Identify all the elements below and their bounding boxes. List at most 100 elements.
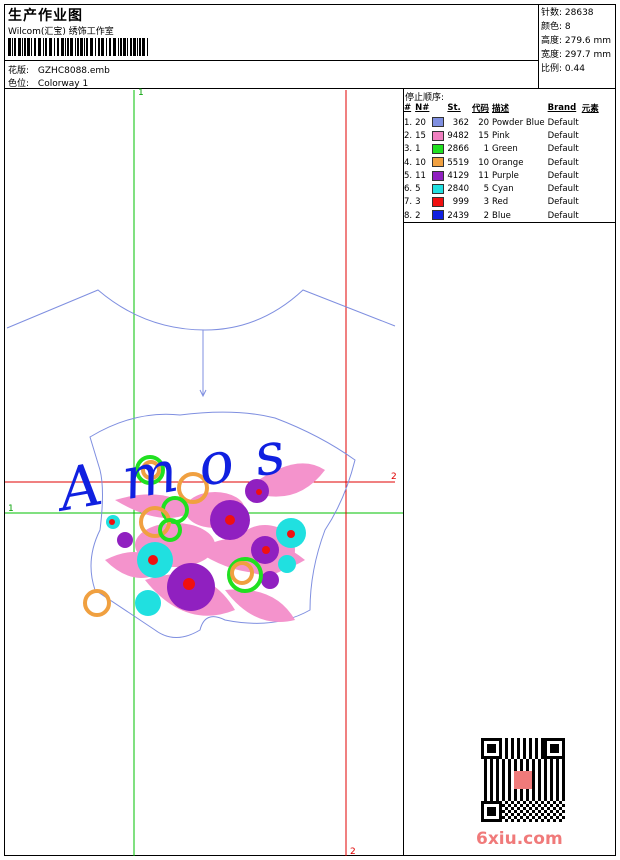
row-code: 1 bbox=[483, 144, 490, 155]
col-header-swatch bbox=[432, 102, 447, 116]
color-swatch bbox=[432, 117, 445, 128]
row-element bbox=[582, 169, 602, 182]
watermark-text: 6xiu.com bbox=[476, 829, 563, 849]
row-brand: Default bbox=[547, 130, 579, 141]
qr-code bbox=[481, 738, 565, 822]
row-desc: Green bbox=[492, 144, 518, 155]
color-row: 7. 3 999 3 Red Default bbox=[404, 196, 602, 209]
color-row: 6. 5 2840 5 Cyan Default bbox=[404, 182, 602, 195]
row-swatch bbox=[432, 116, 447, 129]
row-swatch bbox=[432, 196, 447, 209]
stats-divider bbox=[538, 4, 539, 88]
col-header-brand: Brand bbox=[547, 103, 577, 113]
row-index: 5. bbox=[404, 170, 413, 181]
row-brand: Default bbox=[547, 144, 579, 155]
color-swatch bbox=[432, 183, 445, 194]
row-needle: 20 bbox=[415, 117, 426, 128]
row-code: 15 bbox=[478, 130, 490, 141]
row-swatch bbox=[432, 169, 447, 182]
row-stitches: 5519 bbox=[447, 157, 470, 168]
row-stitches: 999 bbox=[452, 197, 470, 208]
col-header-stitches: St. bbox=[447, 103, 461, 113]
design-label: 花版: bbox=[8, 66, 30, 76]
row-needle: 3 bbox=[415, 197, 421, 208]
row-desc: Cyan bbox=[492, 184, 514, 195]
color-swatch bbox=[432, 130, 445, 141]
row-stitches: 2439 bbox=[447, 210, 470, 221]
row-needle: 2 bbox=[415, 210, 421, 221]
row-desc: Pink bbox=[492, 130, 510, 141]
row-element bbox=[582, 156, 602, 169]
design-height: 高度: 279.6 mm bbox=[541, 36, 612, 46]
row-brand: Default bbox=[547, 210, 579, 221]
row-element bbox=[582, 116, 602, 129]
row-brand: Default bbox=[547, 157, 579, 168]
design-stats: 针数: 28638 颜色: 8 高度: 279.6 mm 宽度: 297.7 m… bbox=[541, 6, 611, 76]
row-element bbox=[582, 129, 602, 142]
col-header-element: 元素 bbox=[581, 104, 599, 114]
row-needle: 11 bbox=[415, 170, 426, 181]
row-element bbox=[582, 182, 602, 195]
row-desc: Orange bbox=[492, 157, 524, 168]
row-brand: Default bbox=[547, 184, 579, 195]
row-desc: Powder Blue bbox=[492, 117, 545, 128]
row-index: 2. bbox=[404, 130, 413, 141]
col-header-desc: 描述 bbox=[492, 104, 510, 114]
row-swatch bbox=[432, 129, 447, 142]
row-index: 7. bbox=[404, 197, 413, 208]
color-count: 颜色: 8 bbox=[541, 22, 571, 32]
row-element bbox=[582, 143, 602, 156]
row-code: 3 bbox=[483, 197, 490, 208]
row-index: 3. bbox=[404, 144, 413, 155]
axis-label-bottom-2: 2 bbox=[350, 847, 356, 857]
row-brand: Default bbox=[547, 197, 579, 208]
row-element bbox=[582, 209, 602, 222]
row-index: 4. bbox=[404, 157, 413, 168]
col-header-code: 代码 bbox=[472, 104, 490, 114]
design-value: GZHC8088.emb bbox=[37, 66, 110, 76]
color-swatch bbox=[432, 143, 445, 154]
row-needle: 1 bbox=[415, 144, 421, 155]
row-code: 11 bbox=[478, 170, 490, 181]
axis-label-left-1: 1 bbox=[8, 504, 14, 514]
axis-label-right-2: 2 bbox=[391, 472, 397, 482]
color-swatch bbox=[432, 210, 445, 221]
row-swatch bbox=[432, 182, 447, 195]
row-stitches: 9482 bbox=[447, 130, 470, 141]
colorway-value: Colorway 1 bbox=[37, 79, 89, 89]
row-swatch bbox=[432, 143, 447, 156]
row-needle: 5 bbox=[415, 184, 421, 195]
row-swatch bbox=[432, 209, 447, 222]
row-stitches: 4129 bbox=[447, 170, 470, 181]
color-swatch bbox=[432, 170, 445, 181]
colorway-row: 色位: Colorway 1 bbox=[8, 76, 88, 89]
row-code: 2 bbox=[483, 210, 490, 221]
barcode bbox=[8, 38, 148, 56]
row-index: 8. bbox=[404, 210, 413, 221]
color-row: 4. 10 5519 10 Orange Default bbox=[404, 156, 602, 169]
color-row: 8. 2 2439 2 Blue Default bbox=[404, 209, 602, 222]
design-width: 宽度: 297.7 mm bbox=[541, 50, 612, 60]
row-code: 5 bbox=[483, 184, 490, 195]
row-stitches: 2866 bbox=[447, 144, 470, 155]
embroidery-preview: Amos bbox=[5, 90, 403, 856]
color-row: 1. 20 362 20 Powder Blue Default bbox=[404, 116, 602, 129]
axis-label-top-1: 1 bbox=[138, 88, 144, 98]
row-brand: Default bbox=[547, 170, 579, 181]
col-header-index: # bbox=[404, 103, 412, 113]
color-row: 3. 1 2866 1 Green Default bbox=[404, 143, 602, 156]
table-header-row: # N# St. 代码 描述 Brand 元素 bbox=[404, 102, 602, 116]
color-row: 2. 15 9482 15 Pink Default bbox=[404, 129, 602, 142]
row-code: 10 bbox=[478, 157, 490, 168]
row-desc: Blue bbox=[492, 210, 511, 221]
row-desc: Purple bbox=[492, 170, 519, 181]
design-scale: 比例: 0.44 bbox=[541, 64, 585, 74]
row-code: 20 bbox=[478, 117, 490, 128]
row-stitches: 2840 bbox=[447, 184, 470, 195]
design-row: 花版: GZHC8088.emb bbox=[8, 63, 110, 76]
row-brand: Default bbox=[547, 117, 579, 128]
col-header-n: N# bbox=[415, 103, 430, 113]
row-element bbox=[582, 196, 602, 209]
color-row: 5. 11 4129 11 Purple Default bbox=[404, 169, 602, 182]
stitch-count: 针数: 28638 bbox=[541, 8, 594, 18]
